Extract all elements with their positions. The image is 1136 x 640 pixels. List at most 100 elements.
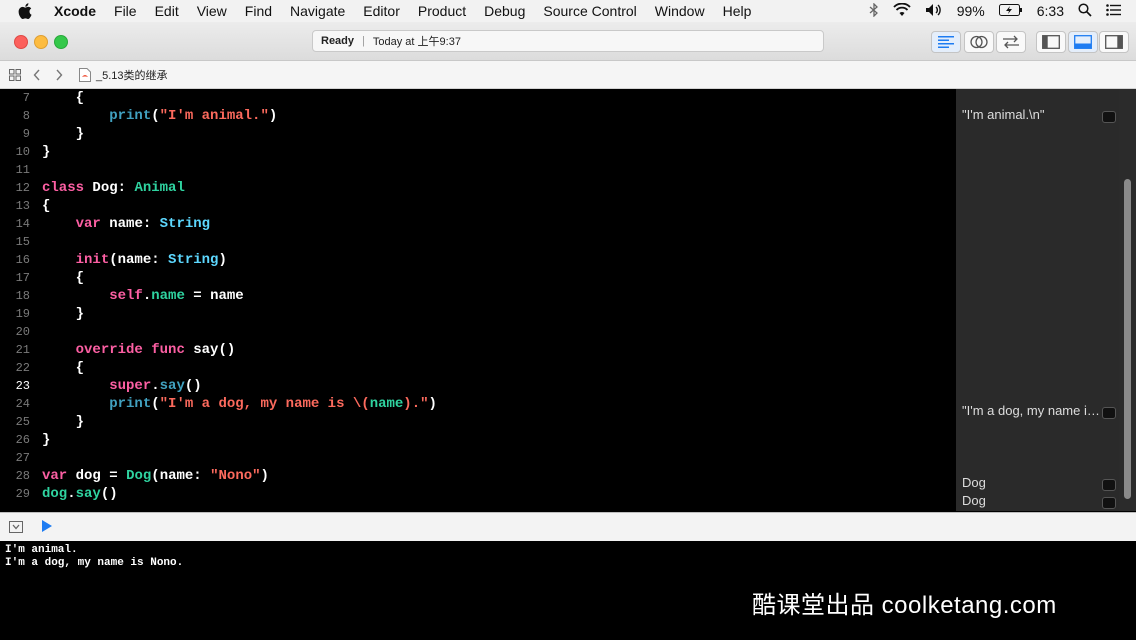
code-text: {	[75, 90, 85, 106]
line-number: 10	[15, 145, 30, 159]
menu-app-xcode[interactable]: Xcode	[54, 3, 96, 19]
console-line: I'm animal.	[5, 544, 78, 556]
line-number: 11	[15, 163, 30, 177]
menu-source-control[interactable]: Source Control	[543, 3, 636, 19]
line-number: 14	[15, 217, 30, 231]
volume-icon[interactable]	[925, 3, 943, 20]
toggle-navigator-button[interactable]	[1036, 31, 1066, 53]
code-text: var dog = Dog(name: "Nono")	[42, 468, 269, 484]
code-text: print("I'm animal.")	[109, 108, 278, 124]
quick-look-button[interactable]	[1102, 479, 1116, 491]
code-line: 15	[0, 233, 956, 251]
menu-help[interactable]: Help	[723, 3, 752, 19]
back-chevron-icon[interactable]	[26, 64, 48, 86]
result-value: Dog	[962, 475, 986, 490]
playground-file-icon[interactable]	[74, 64, 96, 86]
console-line: I'm a dog, my name is Nono.	[5, 557, 184, 569]
menu-editor[interactable]: Editor	[363, 3, 400, 19]
code-text: }	[75, 414, 85, 430]
code-line: 20	[0, 323, 956, 341]
toggle-utilities-button[interactable]	[1099, 31, 1129, 53]
code-line: 21 override func say()	[0, 341, 956, 359]
bottom-panel-icon	[1074, 35, 1092, 49]
jump-bar-file[interactable]: _5.13类的继承	[96, 67, 168, 83]
editor-scrollbar[interactable]	[1119, 89, 1136, 511]
code-text: init(name: String)	[75, 252, 227, 268]
status-timestamp: Today at 上午9:37	[372, 36, 461, 48]
menu-bar: Xcode File Edit View Find Navigate Edito…	[0, 0, 1136, 22]
assistant-editor-button[interactable]	[964, 31, 994, 53]
minimize-window-button[interactable]	[34, 35, 48, 49]
venn-circles-icon	[970, 35, 988, 49]
code-text: override func say()	[75, 342, 236, 358]
version-editor-button[interactable]	[996, 31, 1026, 53]
line-number: 16	[15, 253, 30, 267]
code-text: dog.say()	[42, 486, 118, 502]
code-line: 16 init(name: String)	[0, 251, 956, 269]
line-number: 9	[22, 127, 30, 141]
code-text: super.say()	[109, 378, 202, 394]
battery-icon[interactable]	[998, 3, 1023, 19]
menu-window[interactable]: Window	[655, 3, 705, 19]
quick-look-button[interactable]	[1102, 111, 1116, 123]
code-text: var name: String	[75, 216, 211, 232]
clock[interactable]: 6:33	[1037, 3, 1064, 19]
code-line: 12 class Dog: Animal	[0, 179, 956, 197]
code-line: 19 }	[0, 305, 956, 323]
result-value: Dog	[962, 493, 986, 508]
hide-debug-area-icon[interactable]	[9, 520, 23, 538]
right-panel-icon	[1105, 35, 1123, 49]
code-line: 29 dog.say()	[0, 485, 956, 503]
code-text: {	[75, 360, 85, 376]
bluetooth-icon[interactable]	[869, 1, 879, 20]
menu-edit[interactable]: Edit	[155, 3, 179, 19]
spotlight-search-icon[interactable]	[1078, 2, 1092, 20]
notification-center-icon[interactable]	[1106, 3, 1122, 19]
related-items-grid-icon[interactable]	[4, 64, 26, 86]
line-number: 27	[15, 451, 30, 465]
line-number: 28	[15, 469, 30, 483]
code-line: 9 }	[0, 125, 956, 143]
code-text: }	[75, 126, 85, 142]
align-left-icon	[938, 36, 954, 48]
quick-look-button[interactable]	[1102, 497, 1116, 509]
line-number: 12	[15, 181, 30, 195]
menu-find[interactable]: Find	[245, 3, 272, 19]
watermark: 酷课堂出品 coolketang.com	[752, 592, 1057, 619]
source-editor[interactable]: 7 { 8 print("I'm animal.") 9 } 10} 11 12…	[0, 89, 956, 511]
scroll-thumb[interactable]	[1124, 179, 1131, 499]
menu-product[interactable]: Product	[418, 3, 466, 19]
run-play-icon[interactable]	[40, 519, 54, 538]
line-number: 7	[22, 91, 30, 105]
quick-look-button[interactable]	[1102, 407, 1116, 419]
zoom-window-button[interactable]	[54, 35, 68, 49]
line-number: 13	[15, 199, 30, 213]
close-window-button[interactable]	[14, 35, 28, 49]
left-panel-icon	[1042, 35, 1060, 49]
menu-navigate[interactable]: Navigate	[290, 3, 345, 19]
line-number: 29	[15, 487, 30, 501]
status-separator: |	[362, 35, 365, 47]
code-text: }	[75, 306, 85, 322]
code-line: 27	[0, 449, 956, 467]
activity-status-bar: Ready | Today at 上午9:37	[312, 30, 824, 52]
apple-icon[interactable]	[14, 0, 36, 22]
forward-chevron-icon[interactable]	[48, 64, 70, 86]
menu-file[interactable]: File	[114, 3, 137, 19]
code-text: print("I'm a dog, my name is \(name).")	[109, 396, 437, 412]
results-sidebar: "I'm animal.\n" "I'm a dog, my name is N…	[956, 89, 1119, 511]
line-number: 8	[22, 109, 30, 123]
code-text: self.name = name	[109, 288, 244, 304]
menu-debug[interactable]: Debug	[484, 3, 525, 19]
line-number: 26	[15, 433, 30, 447]
code-text: class Dog: Animal	[42, 180, 185, 196]
status-text: Ready	[321, 35, 355, 47]
line-number: 22	[15, 361, 30, 375]
wifi-icon[interactable]	[893, 2, 911, 20]
standard-editor-button[interactable]	[931, 31, 961, 53]
code-line: 10}	[0, 143, 956, 161]
code-line: 22 {	[0, 359, 956, 377]
toggle-debug-area-button[interactable]	[1068, 31, 1098, 53]
menu-view[interactable]: View	[197, 3, 227, 19]
line-number: 15	[15, 235, 30, 249]
